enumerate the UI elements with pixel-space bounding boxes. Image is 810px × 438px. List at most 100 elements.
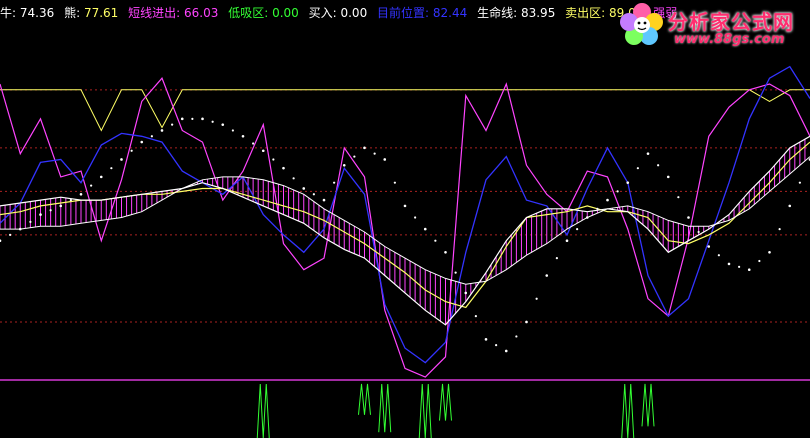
dot-marker: [231, 129, 234, 132]
legend-item-position: 目前位置: 82.44: [377, 6, 467, 20]
dot-marker: [434, 239, 437, 242]
dot-marker: [464, 291, 468, 295]
low-buy-spike: [641, 383, 655, 427]
dot-marker: [423, 227, 427, 231]
legend-item-bull: 牛: 74.36: [0, 6, 54, 20]
dot-marker: [778, 227, 781, 231]
legend-label: 目前位置:: [377, 6, 430, 20]
dot-marker: [39, 213, 42, 216]
dot-marker: [758, 259, 761, 263]
dot-marker: [798, 181, 801, 184]
dot-marker: [29, 220, 32, 223]
dot-marker: [576, 227, 579, 231]
low-buy-spike: [418, 383, 432, 438]
dot-marker: [393, 181, 396, 184]
dot-marker: [180, 117, 184, 121]
dot-marker: [99, 175, 103, 179]
dot-marker: [596, 207, 599, 210]
dot-marker: [312, 193, 315, 196]
legend-value: 74.36: [19, 6, 55, 20]
sell-zone-line: [0, 89, 810, 132]
dot-marker: [221, 123, 225, 126]
watermark-logo: 分析家公式网 www.88gs.com: [612, 0, 810, 52]
dot-marker: [241, 134, 245, 138]
low-buy-spike: [439, 383, 452, 421]
dot-marker: [9, 233, 12, 237]
dot-marker: [69, 198, 72, 202]
watermark-title: 分析家公式网: [668, 10, 794, 34]
low-buy-spike: [378, 383, 392, 433]
dot-marker: [657, 164, 660, 167]
dot-marker: [211, 120, 214, 123]
dot-marker: [707, 245, 711, 248]
dot-marker: [525, 320, 528, 324]
legend-value: 77.61: [83, 6, 119, 20]
dot-marker: [535, 297, 538, 300]
dot-marker: [252, 142, 255, 145]
dot-marker: [373, 152, 376, 155]
dot-marker: [90, 184, 93, 187]
dot-marker: [333, 181, 336, 184]
legend-item-buy: 买入: 0.00: [309, 6, 368, 20]
legend-value: 83.95: [520, 6, 556, 20]
dot-marker: [454, 271, 457, 274]
low-buy-spike: [358, 383, 371, 415]
legend-item-low-buy: 低吸区: 0.00: [228, 6, 299, 20]
dot-marker: [687, 216, 690, 219]
legend-item-short-term: 短线进出: 66.03: [128, 6, 218, 20]
dot-marker: [0, 239, 2, 243]
dot-marker: [383, 158, 387, 161]
dot-marker: [515, 335, 518, 338]
legend-value: 0.00: [340, 6, 368, 20]
low-buy-spike: [621, 383, 635, 438]
dot-marker: [747, 268, 751, 272]
dot-marker: [504, 349, 508, 353]
dot-marker: [474, 315, 477, 318]
dot-marker: [79, 192, 83, 196]
dot-marker: [130, 149, 133, 152]
dot-marker: [484, 338, 488, 341]
legend-value: 0.00: [272, 6, 299, 20]
dot-marker: [555, 257, 558, 260]
dot-marker: [606, 198, 609, 202]
dot-marker: [18, 227, 22, 231]
dot-marker: [59, 204, 63, 208]
dot-marker: [626, 181, 630, 184]
dot-marker: [150, 135, 153, 138]
legend-label: 买入:: [308, 6, 337, 20]
dot-marker: [495, 344, 498, 347]
legend-label: 卖出区:: [565, 6, 606, 20]
dot-marker: [738, 265, 741, 268]
dot-marker: [322, 198, 326, 202]
legend-label: 低吸区:: [228, 6, 269, 20]
dot-marker: [616, 190, 619, 193]
legend-item-bear: 熊: 77.61: [64, 6, 118, 20]
legend-label: 短线进出:: [128, 6, 181, 20]
dot-marker: [788, 204, 792, 208]
dot-marker: [171, 123, 174, 126]
dot-marker: [414, 216, 417, 219]
watermark-url: www.88gs.com: [674, 32, 785, 47]
dot-marker: [636, 167, 639, 170]
dot-marker: [565, 239, 569, 243]
dot-marker: [403, 204, 407, 208]
dot-marker: [342, 163, 346, 167]
dot-marker: [49, 209, 52, 212]
dot-marker: [717, 254, 720, 257]
dot-marker: [282, 166, 285, 170]
dot-marker: [353, 155, 356, 158]
dot-marker: [292, 177, 295, 180]
legend-value: 66.03: [184, 6, 219, 20]
dot-marker: [140, 140, 144, 144]
dot-marker: [261, 149, 265, 153]
dot-marker: [201, 117, 204, 121]
dot-marker: [120, 158, 123, 161]
indicator-chart: [0, 65, 810, 438]
dot-marker: [272, 158, 275, 161]
legend-label: 生命线:: [477, 6, 518, 20]
indicator-legend: 牛: 74.36 熊: 77.61 短线进出: 66.03 低吸区: 0.00 …: [0, 4, 683, 22]
dot-marker: [363, 146, 366, 150]
dot-marker: [191, 117, 194, 120]
dot-marker: [697, 230, 700, 234]
low-buy-spike: [256, 383, 270, 438]
